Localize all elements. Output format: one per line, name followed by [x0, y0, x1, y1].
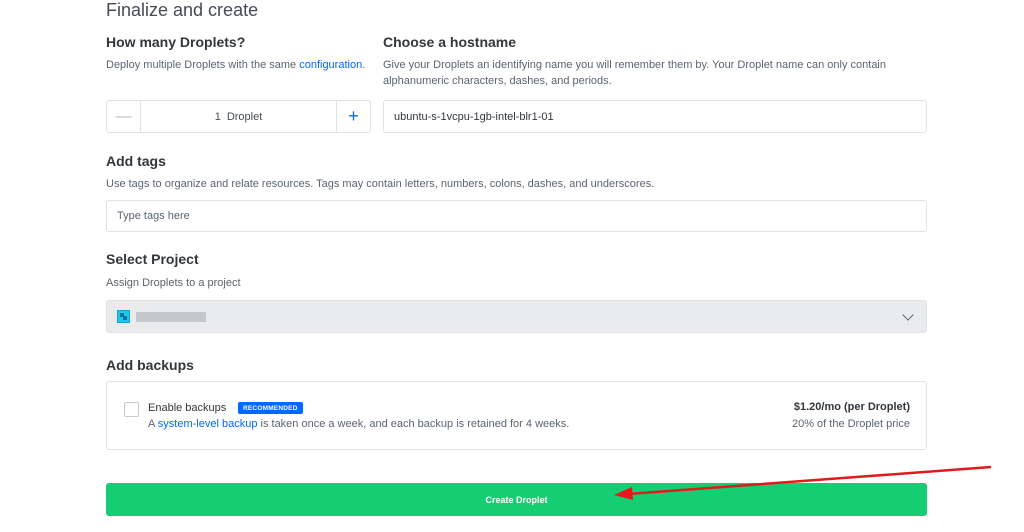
chevron-down-icon	[902, 308, 914, 321]
system-level-backup-link[interactable]: system-level backup	[158, 418, 258, 430]
droplet-quantity-stepper: — 1 Droplet +	[106, 100, 371, 133]
project-select[interactable]	[106, 300, 927, 333]
hostname-value: ubuntu-s-1vcpu-1gb-intel-blr1-01	[394, 110, 554, 123]
project-heading: Select Project	[106, 251, 199, 267]
backups-desc-suffix: is taken once a week, and each backup is…	[257, 418, 570, 430]
page-title: Finalize and create	[106, 0, 259, 20]
hostname-heading: Choose a hostname	[383, 34, 517, 50]
configuration-link[interactable]: configuration	[299, 59, 362, 71]
enable-backups-label[interactable]: Enable backups	[148, 402, 226, 414]
droplet-count-unit: Droplet	[226, 110, 263, 123]
droplet-count-description: Deploy multiple Droplets with the same c…	[106, 57, 365, 73]
tags-heading: Add tags	[106, 153, 166, 169]
increment-button[interactable]: +	[336, 101, 370, 132]
enable-backups-checkbox[interactable]	[124, 402, 139, 417]
droplet-count-heading: How many Droplets?	[106, 34, 246, 50]
tags-placeholder: Type tags here	[117, 210, 190, 222]
tags-description: Use tags to organize and relate resource…	[106, 178, 655, 190]
project-icon	[117, 310, 130, 323]
backups-description: A system-level backup is taken once a we…	[148, 418, 569, 430]
backup-price-note: 20% of the Droplet price	[791, 418, 910, 430]
droplet-count-desc-suffix: .	[362, 59, 366, 71]
droplet-count-number: 1	[214, 110, 221, 123]
hostname-description: Give your Droplets an identifying name y…	[383, 59, 886, 87]
backups-card: Enable backups RECOMMENDED A system-leve…	[106, 381, 927, 450]
decrement-button[interactable]: —	[107, 101, 141, 132]
backups-desc-prefix: A	[148, 418, 158, 430]
tags-input[interactable]: Type tags here	[106, 200, 927, 232]
redacted-project-name	[136, 311, 206, 322]
droplet-count-desc-text: Deploy multiple Droplets with the same	[106, 59, 300, 71]
create-droplet-button[interactable]: Create Droplet	[106, 483, 927, 516]
hostname-input[interactable]: ubuntu-s-1vcpu-1gb-intel-blr1-01	[383, 100, 927, 133]
backups-heading: Add backups	[106, 357, 194, 373]
droplet-count-value: 1 Droplet	[141, 101, 336, 132]
recommended-badge: RECOMMENDED	[238, 402, 303, 414]
backup-price: $1.20/mo (per Droplet)	[793, 401, 910, 413]
project-description: Assign Droplets to a project	[106, 277, 241, 289]
